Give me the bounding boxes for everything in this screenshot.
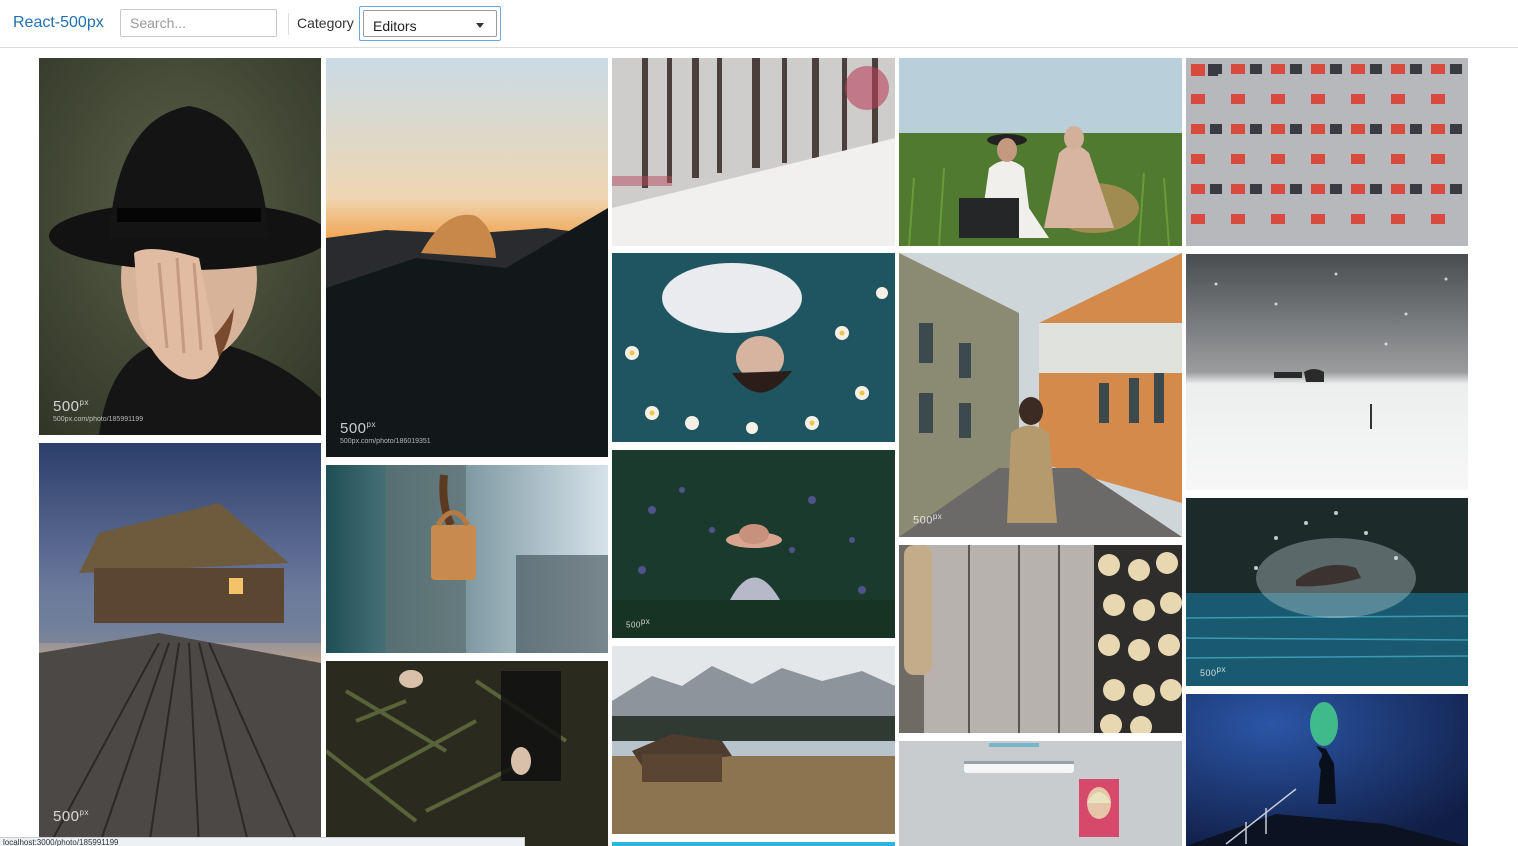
water-hut-pier-image [39,443,321,846]
browser-status-bar: localhost:3000/photo/185991199 [0,837,525,846]
navbar-divider [288,13,289,35]
photo-tile-girl-in-flowers-hat[interactable]: 500px [612,450,895,638]
padlock-chain-image [326,465,608,653]
apartment-facade-image [1186,58,1468,246]
snow-field-horse-sleigh-image [1186,254,1468,490]
category-select-focus-ring: Editors [359,6,501,41]
photo-tile-flare-on-rooftop[interactable] [1186,694,1468,846]
cyan-image [612,842,895,846]
photo-tile-water-hut-pier[interactable]: 500px [39,443,321,846]
category-select-value: Editors [373,18,417,34]
mountain-cabin-lake-image [612,646,895,834]
photo-tile-old-street-man[interactable]: 500px [899,253,1182,537]
photo-tile-woman-in-water-flowers[interactable] [612,253,895,442]
photo-tile-snow-field-horse-sleigh[interactable] [1186,254,1468,490]
old-street-man-image [899,253,1182,537]
chevron-down-icon [476,23,484,28]
snowy-forest-image [612,58,895,246]
watermark: 500px [1200,665,1226,678]
photo-tile-man-with-hat[interactable]: 500px 500px.com/photo/185991199 [39,58,321,435]
watermark: 500px [626,617,651,630]
photo-tile-couple-in-grass[interactable] [899,58,1182,246]
photo-tile-mountain-cabin-lake[interactable] [612,646,895,834]
photo-tile-snowy-forest[interactable] [612,58,895,246]
status-url: localhost:3000/photo/185991199 [3,838,119,846]
watermark: 500px [913,512,943,527]
wall-lamp-icon-image [899,741,1182,846]
flare-on-rooftop-image [1186,694,1468,846]
category-label: Category [297,15,354,31]
photo-tile-swimmer-splash[interactable]: 500px [1186,498,1468,686]
swimmer-splash-image [1186,498,1468,686]
photo-tile-apartment-facade[interactable] [1186,58,1468,246]
watermark: 500px 500px.com/photo/186019351 [340,420,431,446]
watermark: 500px 500px.com/photo/185991199 [53,398,144,424]
watermark: 500px [53,808,89,825]
woman-in-water-flowers-image [612,253,895,442]
brand-link[interactable]: React-500px [13,14,104,32]
couple-in-grass-image [899,58,1182,246]
girl-in-flowers-hat-image [612,450,895,638]
half-dome-sunset-image [326,58,608,457]
man-with-hat-image [39,58,321,435]
photo-tile-padlock-chain[interactable] [326,465,608,653]
category-select[interactable]: Editors [363,10,497,37]
photo-tile-hands-in-foliage[interactable] [326,661,608,846]
rolling-pin-dumplings-image [899,545,1182,733]
photo-tile-cyan-strip[interactable] [612,842,895,846]
search-input[interactable] [120,9,277,37]
photo-tile-rolling-pin-dumplings[interactable] [899,545,1182,733]
photo-tile-wall-lamp-icon[interactable] [899,741,1182,846]
photo-tile-half-dome-sunset[interactable]: 500px 500px.com/photo/186019351 [326,58,608,457]
hands-in-foliage-image [326,661,608,846]
top-navbar: React-500px Category Editors [0,0,1518,48]
